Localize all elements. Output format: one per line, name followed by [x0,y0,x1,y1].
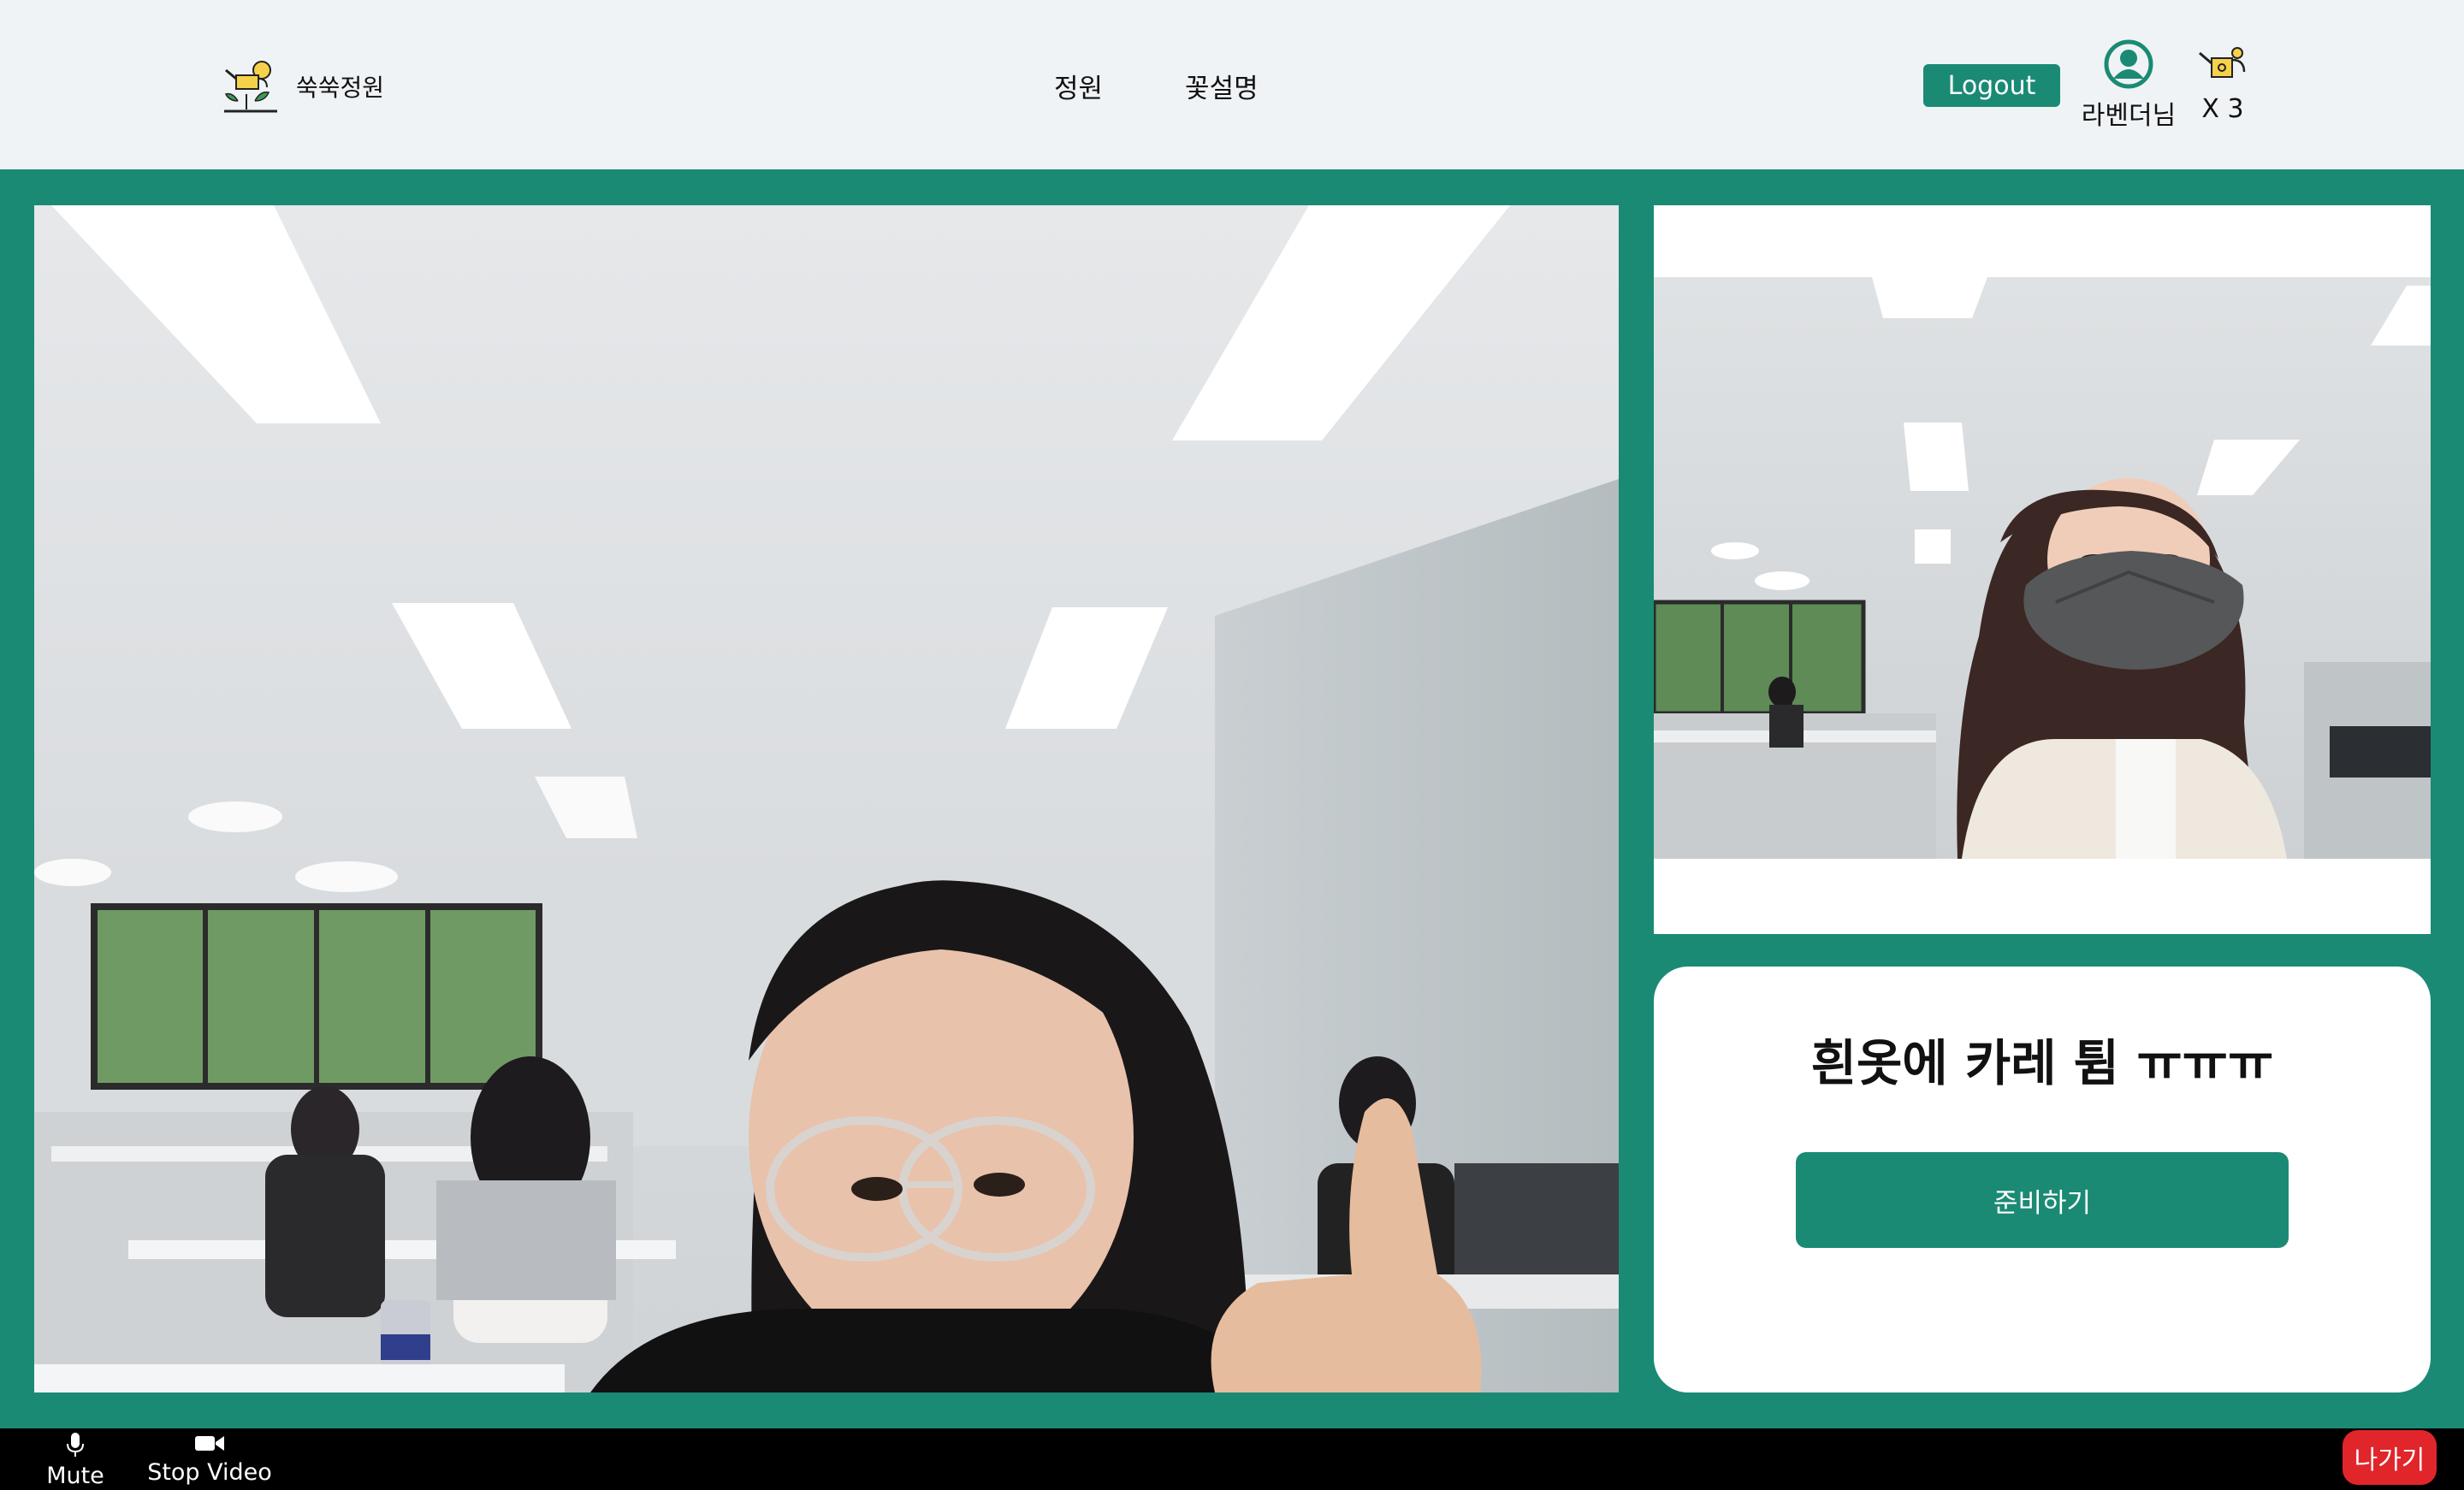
user-profile[interactable]: 라벤더님 [2077,39,2180,132]
leave-button[interactable]: 나가기 [2343,1430,2437,1485]
nav-item-flower-info[interactable]: 꽃설명 [1185,67,1259,105]
main-nav: 정원 꽃설명 [1054,67,1259,105]
mute-button[interactable]: Mute [39,1428,111,1490]
main-video-feed [34,205,1619,1392]
brand-logo-link[interactable]: 쑥쑥정원 [221,56,384,116]
microphone-icon [67,1433,84,1457]
topic-card: 흰옷에 카레 튐 ㅠㅠㅠ 준비하기 [1654,967,2431,1392]
topic-text: 흰옷에 카레 튐 ㅠㅠㅠ [1810,1034,2274,1092]
stop-video-button[interactable]: Stop Video [145,1428,274,1490]
top-header: 쑥쑥정원 정원 꽃설명 Logout 라벤더님 X 3 [0,0,2464,169]
user-name: 라벤더님 [2081,101,2177,131]
nav-item-garden[interactable]: 정원 [1054,67,1103,105]
peer-video-feed [1654,277,2431,859]
watering-can-counter: X 3 [2195,46,2250,124]
video-camera-icon [195,1436,224,1451]
stop-video-label: Stop Video [147,1459,272,1486]
peer-video-tile [1654,205,2431,934]
peer-video-image [1654,277,2431,859]
ready-button[interactable]: 준비하기 [1796,1152,2289,1248]
watering-can-icon [2199,47,2246,78]
brand-name: 쑥쑥정원 [296,74,385,102]
watering-can-count: X 3 [2201,94,2244,124]
main-video-tile [34,205,1619,1392]
mute-label: Mute [46,1463,104,1489]
watering-can-sprout-icon [224,61,277,113]
user-circle-icon [2104,39,2153,89]
logout-button[interactable]: Logout [1923,64,2060,107]
call-control-bar: Mute Stop Video [0,1428,2464,1490]
